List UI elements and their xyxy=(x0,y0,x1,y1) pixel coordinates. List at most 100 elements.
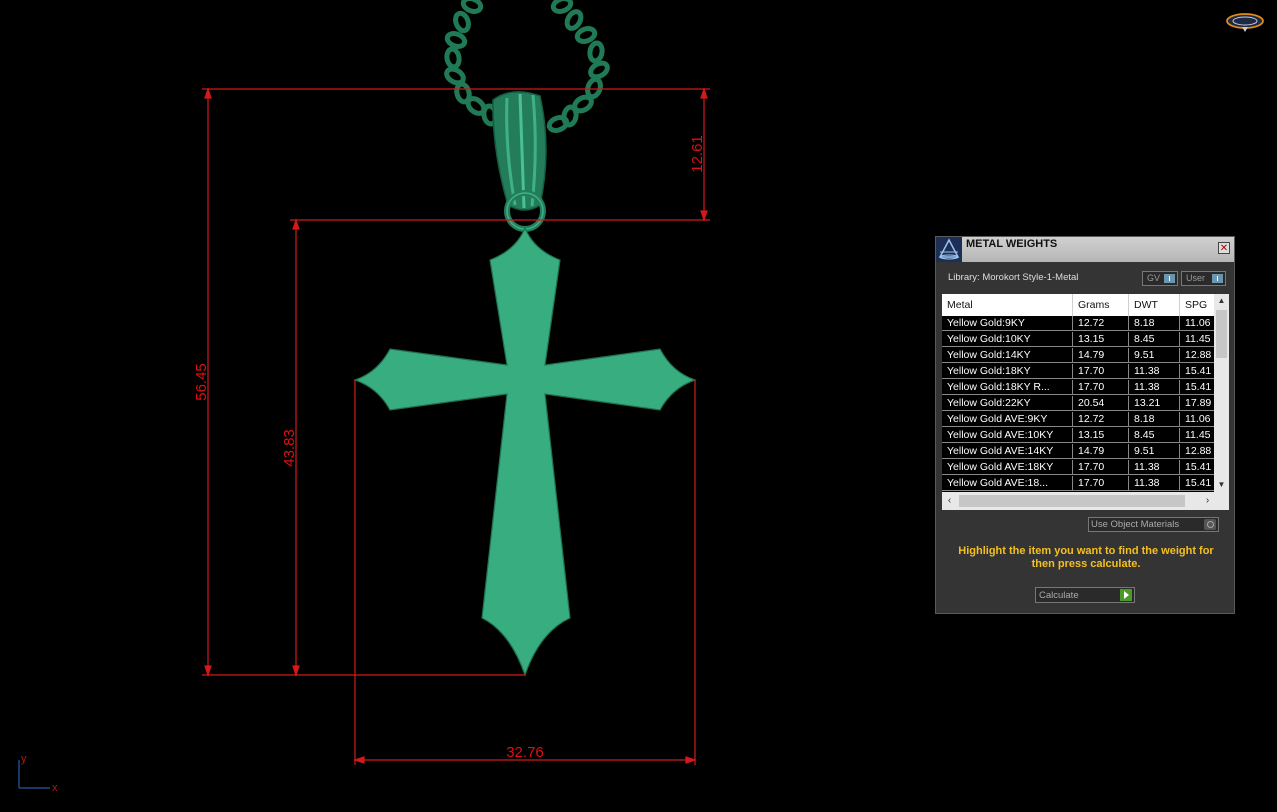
dim-cross-height: 43.83 xyxy=(281,429,298,467)
gv-toggle-label: GV xyxy=(1147,273,1161,283)
dwt-cell: 11.38 xyxy=(1129,476,1180,491)
dwt-cell: 9.51 xyxy=(1129,444,1180,459)
table-row[interactable]: Yellow Gold AVE:18KY 17.70 11.38 15.41 xyxy=(942,460,1214,476)
dimension-lines xyxy=(202,87,710,765)
app-logo-icon[interactable] xyxy=(1226,12,1264,32)
panel-header[interactable]: METAL WEIGHTS ✕ xyxy=(936,237,1234,262)
table-row[interactable]: Yellow Gold AVE:10KY 13.15 8.45 11.45 xyxy=(942,428,1214,444)
metal-cell: Yellow Gold AVE:18... xyxy=(942,476,1073,491)
table-row[interactable]: Yellow Gold AVE:14KY 14.79 9.51 12.88 xyxy=(942,444,1214,460)
dwt-cell: 9.51 xyxy=(1129,348,1180,363)
column-header-metal[interactable]: Metal xyxy=(942,294,1073,316)
table-row[interactable]: Yellow Gold AVE:9KY 12.72 8.18 11.06 xyxy=(942,412,1214,428)
metal-cell: Yellow Gold AVE:18KY xyxy=(942,460,1073,475)
chain-link xyxy=(574,26,598,44)
table-row[interactable]: Yellow Gold AVE:18... 17.70 11.38 15.41 xyxy=(942,476,1214,492)
calculate-button[interactable]: Calculate xyxy=(1035,587,1135,603)
scroll-right-icon[interactable]: › xyxy=(1200,492,1215,510)
spg-cell: 12.88 xyxy=(1180,348,1214,363)
spg-cell: 11.06 xyxy=(1180,316,1214,331)
scroll-left-icon[interactable]: ‹ xyxy=(942,492,957,510)
metal-weights-panel: METAL WEIGHTS ✕ Library: Morokort Style-… xyxy=(935,236,1235,614)
table-header: Metal Grams DWT SPG xyxy=(942,294,1220,316)
grams-cell: 14.79 xyxy=(1073,444,1129,459)
spg-cell: 15.41 xyxy=(1180,476,1214,491)
spg-cell: 15.41 xyxy=(1180,380,1214,395)
metal-cell: Yellow Gold:14KY xyxy=(942,348,1073,363)
metal-cell: Yellow Gold:9KY xyxy=(942,316,1073,331)
dim-overall-height: 56.45 xyxy=(193,363,210,401)
dim-width: 32.76 xyxy=(506,744,544,761)
column-header-grams[interactable]: Grams xyxy=(1073,294,1129,316)
metal-cell: Yellow Gold:18KY R... xyxy=(942,380,1073,395)
dwt-cell: 8.18 xyxy=(1129,316,1180,331)
chain-link xyxy=(550,0,574,14)
grams-cell: 17.70 xyxy=(1073,380,1129,395)
scroll-thumb[interactable] xyxy=(1216,310,1227,358)
grams-cell: 13.15 xyxy=(1073,332,1129,347)
grams-cell: 17.70 xyxy=(1073,476,1129,491)
radio-icon xyxy=(1204,519,1216,530)
dwt-cell: 11.38 xyxy=(1129,380,1180,395)
spg-cell: 17.89 xyxy=(1180,396,1214,411)
table-row[interactable]: Yellow Gold:14KY 14.79 9.51 12.88 xyxy=(942,348,1214,364)
grams-cell: 14.79 xyxy=(1073,348,1129,363)
dwt-cell: 8.18 xyxy=(1129,412,1180,427)
spg-cell: 12.88 xyxy=(1180,444,1214,459)
calculate-label: Calculate xyxy=(1039,590,1079,601)
panel-title: METAL WEIGHTS xyxy=(966,238,1058,250)
chain-link xyxy=(460,0,484,14)
scroll-up-icon[interactable]: ▲ xyxy=(1214,294,1229,308)
chain-link xyxy=(444,46,462,70)
table-row[interactable]: Yellow Gold:10KY 13.15 8.45 11.45 xyxy=(942,332,1214,348)
metal-cell: Yellow Gold:18KY xyxy=(942,364,1073,379)
chain-link xyxy=(453,10,471,34)
dim-bail-height: 12.61 xyxy=(689,135,706,173)
table-row[interactable]: Yellow Gold:18KY R... 17.70 11.38 15.41 xyxy=(942,380,1214,396)
table-row[interactable]: Yellow Gold:22KY 20.54 13.21 17.89 xyxy=(942,396,1214,412)
metal-cell: Yellow Gold AVE:9KY xyxy=(942,412,1073,427)
use-object-materials-toggle[interactable]: Use Object Materials xyxy=(1088,517,1219,532)
spg-cell: 15.41 xyxy=(1180,364,1214,379)
toggle-indicator-icon xyxy=(1212,274,1223,283)
chain-link xyxy=(546,115,570,133)
grams-cell: 20.54 xyxy=(1073,396,1129,411)
library-label: Library: Morokort Style-1-Metal xyxy=(948,272,1079,283)
table-body: Yellow Gold:9KY 12.72 8.18 11.06 Yellow Gold… xyxy=(942,316,1214,492)
chain-link xyxy=(588,60,610,80)
chain-link xyxy=(444,31,468,49)
horizontal-scrollbar[interactable]: ‹ › xyxy=(942,492,1214,510)
dwt-cell: 11.38 xyxy=(1129,460,1180,475)
scroll-down-icon[interactable]: ▼ xyxy=(1214,478,1229,492)
spg-cell: 11.45 xyxy=(1180,332,1214,347)
metal-table[interactable]: Metal Grams DWT SPG Yellow Gold:9KY 12.72… xyxy=(942,294,1229,510)
hint-text: Highlight the item you want to find the … xyxy=(958,545,1214,570)
scroll-thumb[interactable] xyxy=(959,495,1185,507)
table-row[interactable]: Yellow Gold:9KY 12.72 8.18 11.06 xyxy=(942,316,1214,332)
gv-toggle[interactable]: GV xyxy=(1142,271,1178,286)
vertical-scrollbar[interactable]: ▲ ▼ xyxy=(1214,294,1229,492)
dwt-cell: 8.45 xyxy=(1129,332,1180,347)
panel-logo-icon xyxy=(936,237,962,262)
bail xyxy=(492,91,547,232)
grams-cell: 12.72 xyxy=(1073,412,1129,427)
scroll-corner xyxy=(1214,492,1229,510)
table-row[interactable]: Yellow Gold:18KY 17.70 11.38 15.41 xyxy=(942,364,1214,380)
chain-link xyxy=(587,40,605,64)
grams-cell: 13.15 xyxy=(1073,428,1129,443)
metal-cell: Yellow Gold AVE:10KY xyxy=(942,428,1073,443)
column-header-dwt[interactable]: DWT xyxy=(1129,294,1180,316)
close-icon[interactable]: ✕ xyxy=(1218,242,1230,254)
spg-cell: 15.41 xyxy=(1180,460,1214,475)
metal-cell: Yellow Gold:22KY xyxy=(942,396,1073,411)
grams-cell: 17.70 xyxy=(1073,460,1129,475)
axis-x-label: x xyxy=(52,782,58,794)
axis-gizmo-icon: x y xyxy=(18,753,58,794)
metal-cell: Yellow Gold AVE:14KY xyxy=(942,444,1073,459)
dwt-cell: 13.21 xyxy=(1129,396,1180,411)
user-toggle[interactable]: User xyxy=(1181,271,1226,286)
dwt-cell: 11.38 xyxy=(1129,364,1180,379)
use-object-materials-label: Use Object Materials xyxy=(1091,519,1180,530)
toggle-indicator-icon xyxy=(1164,274,1175,283)
play-icon xyxy=(1120,589,1132,601)
